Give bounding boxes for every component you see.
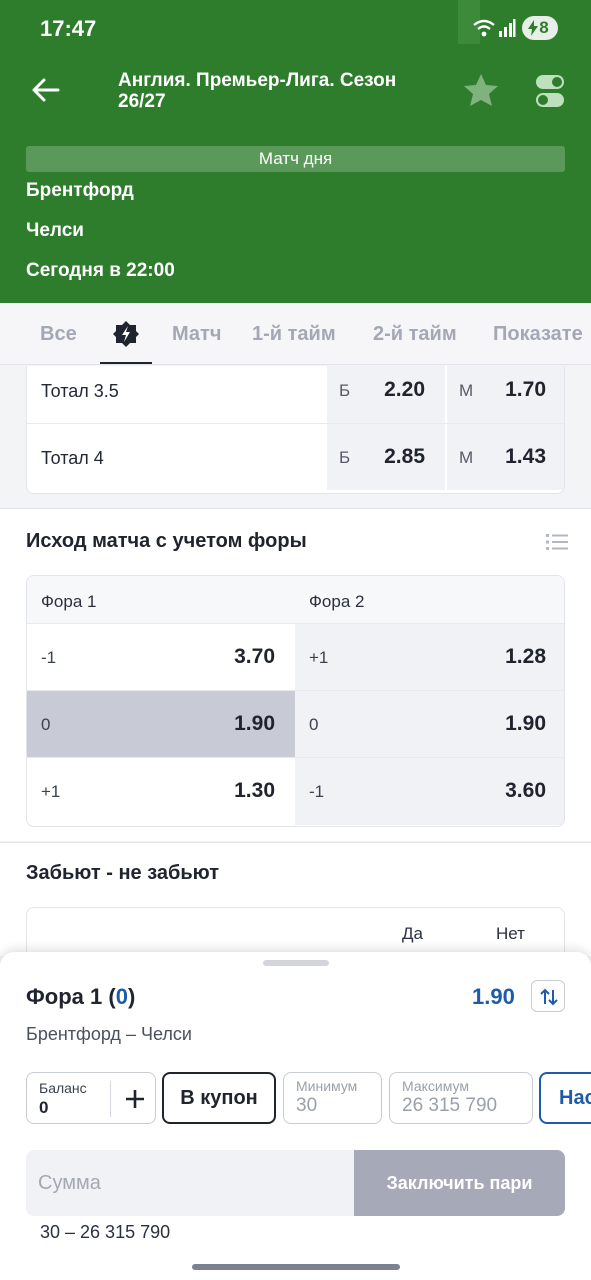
handicap-odd: 1.90	[234, 712, 275, 735]
league-title: Англия. Премьер-Лига. Сезон 26/27	[118, 70, 397, 112]
place-bet-button[interactable]: Заключить пари	[354, 1150, 565, 1216]
total-label: Тотал 3.5	[41, 381, 119, 401]
min-stake-chip[interactable]: Минимум 30	[283, 1072, 382, 1124]
handicap1-cell[interactable]: +1 1.30	[27, 758, 295, 825]
stake-range: 30 – 26 315 790	[40, 1222, 171, 1242]
battery-level: 8	[539, 18, 549, 37]
handicap1-cell[interactable]: -1 3.70	[27, 624, 295, 691]
under-key: М	[459, 381, 474, 400]
back-arrow-icon[interactable]	[30, 74, 62, 106]
bet-selection-title: Фора 1 (0)	[26, 984, 135, 1010]
under-odd: 1.43	[505, 445, 546, 468]
home-indicator[interactable]	[192, 1264, 400, 1270]
handicap-odd: 1.30	[234, 779, 275, 802]
handicap2-header: Фора 2	[309, 592, 365, 611]
handicap-odd: 1.90	[505, 712, 546, 735]
handicap-odd: 3.70	[234, 645, 275, 668]
handicap-value: +1	[309, 648, 329, 667]
markets-list: Тотал 3.5 Б 2.20 М 1.70 Тотал 4 Б 2.85 М…	[0, 366, 591, 956]
handicap-card: Фора 1 Фора 2 -1 3.70 +1 1.28 0 1.90 0 1…	[26, 575, 565, 827]
btts-card: Да Нет	[26, 907, 565, 956]
handicap-odd: 1.28	[505, 645, 546, 668]
status-time: 17:47	[40, 16, 97, 41]
over-key: Б	[339, 381, 351, 400]
tab-first-half[interactable]: 1-й тайм	[252, 323, 336, 346]
handicap-value: -1	[41, 648, 57, 667]
no-header: Нет	[496, 924, 525, 943]
tab-match[interactable]: Матч	[172, 323, 221, 346]
tab-second-half[interactable]: 2-й тайм	[373, 323, 457, 346]
odd-over[interactable]: Б 2.20	[327, 366, 445, 423]
over-odd: 2.85	[384, 445, 425, 468]
status-bar: 17:47 8	[0, 0, 591, 56]
total-row: Тотал 3.5 Б 2.20 М 1.70	[27, 366, 564, 424]
bet-title-prefix: Фора 1 (	[26, 984, 116, 1009]
totals-card: Тотал 3.5 Б 2.20 М 1.70 Тотал 4 Б 2.85 М…	[26, 366, 565, 494]
battery-indicator: 8	[522, 16, 558, 40]
handicap-value: +1	[41, 782, 61, 801]
handicap-header: Фора 1 Фора 2	[27, 576, 564, 624]
max-stake-chip[interactable]: Максимум 26 315 790	[389, 1072, 533, 1124]
swap-arrows-icon	[540, 988, 558, 1006]
total-row: Тотал 4 Б 2.85 М 1.43	[27, 424, 564, 491]
tab-popular[interactable]	[100, 303, 152, 364]
odd-over[interactable]: Б 2.85	[327, 424, 445, 490]
plus-icon[interactable]	[121, 1085, 149, 1113]
handicap2-cell[interactable]: -1 3.60	[295, 758, 564, 825]
add-to-coupon-button[interactable]: В купон	[162, 1072, 276, 1124]
max-value: 26 315 790	[402, 1095, 498, 1116]
toggle-settings-icon[interactable]	[534, 74, 566, 108]
bet-match-name: Брентфорд – Челси	[26, 1024, 192, 1044]
sheet-grabber[interactable]	[263, 960, 329, 966]
wifi-icon	[473, 19, 495, 37]
max-label: Максимум	[402, 1078, 469, 1094]
stake-controls: Баланс 0 В купон Минимум 30 Максимум 26 …	[0, 1072, 591, 1126]
balance-box: Баланс 0	[26, 1072, 156, 1124]
balance-label: Баланс	[39, 1080, 87, 1096]
btts-header: Да Нет	[27, 908, 564, 956]
swap-odds-button[interactable]	[531, 980, 565, 1012]
team-home: Брентфорд	[26, 180, 134, 201]
favorite-star-icon[interactable]	[462, 72, 500, 108]
stake-amount-input[interactable]	[26, 1150, 356, 1216]
odd-under[interactable]: М 1.70	[447, 366, 564, 423]
handicap-value: -1	[309, 782, 325, 801]
handicap-value: 0	[309, 715, 319, 734]
team-away: Челси	[26, 220, 84, 241]
match-of-day-badge: Матч дня	[26, 146, 565, 172]
bet-handicap-value: 0	[115, 984, 128, 1009]
over-key: Б	[339, 448, 351, 467]
under-odd: 1.70	[505, 378, 546, 401]
balance-value: 0	[39, 1098, 49, 1117]
handicap2-cell[interactable]: +1 1.28	[295, 624, 564, 691]
lightning-icon	[113, 321, 139, 347]
tab-stats[interactable]: Показате	[493, 323, 583, 346]
section-title-handicap: Исход матча с учетом форы	[26, 530, 307, 552]
settings-chip[interactable]: Нас	[539, 1072, 591, 1124]
yes-header: Да	[402, 924, 423, 943]
over-odd: 2.20	[384, 378, 425, 401]
min-value: 30	[296, 1095, 318, 1116]
section-title-btts: Забьют - не забьют	[26, 862, 220, 884]
market-tabs: Все Матч 1-й тайм 2-й тайм Показате	[0, 303, 591, 365]
tab-all[interactable]: Все	[40, 323, 77, 346]
list-view-icon[interactable]	[546, 532, 568, 552]
charging-icon	[528, 20, 538, 36]
match-start-time: Сегодня в 22:00	[26, 260, 175, 281]
odd-under[interactable]: М 1.43	[447, 424, 564, 490]
divider	[110, 1081, 111, 1117]
handicap1-header: Фора 1	[41, 592, 97, 611]
bet-slip-sheet: Фора 1 (0) 1.90 Брентфорд – Челси Баланс…	[0, 952, 591, 1280]
handicap2-cell[interactable]: 0 1.90	[295, 691, 564, 758]
handicap1-cell-selected[interactable]: 0 1.90	[27, 691, 295, 758]
match-header: 17:47 8 Англия. Премьер-Лига. Сезон 26/2…	[0, 0, 591, 303]
handicap-value: 0	[41, 715, 51, 734]
total-label: Тотал 4	[41, 448, 104, 468]
bet-title-suffix: )	[127, 984, 136, 1009]
handicap-odd: 3.60	[505, 779, 546, 802]
min-label: Минимум	[296, 1078, 358, 1094]
bet-odd: 1.90	[472, 984, 515, 1009]
signal-icon	[499, 19, 516, 37]
under-key: М	[459, 448, 474, 467]
